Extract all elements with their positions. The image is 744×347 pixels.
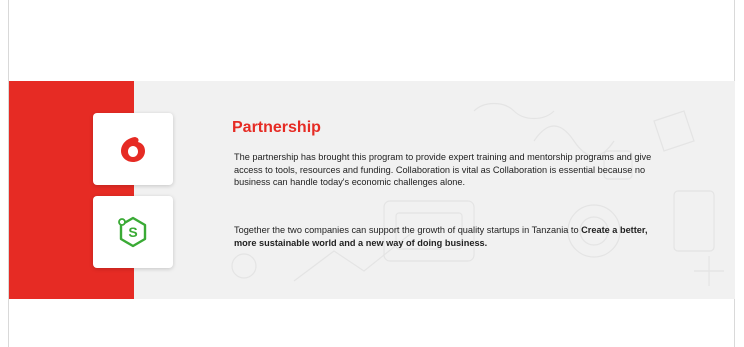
background-doodles: [231, 102, 724, 286]
svg-text:S: S: [128, 224, 137, 240]
partnership-description: The partnership has brought this program…: [234, 152, 652, 187]
partnership-section: S Partnership The partnership has brough…: [9, 81, 735, 299]
partnership-goal: Together the two companies can support t…: [234, 224, 654, 249]
startup-logo-card: S: [93, 196, 173, 268]
vodafone-logo-card: [93, 113, 173, 185]
startup-hexagon-logo-icon: S: [118, 216, 147, 248]
goal-lead-text: Together the two companies can support t…: [234, 225, 579, 235]
vodafone-logo-icon: [121, 137, 145, 162]
section-title: Partnership: [232, 119, 321, 136]
